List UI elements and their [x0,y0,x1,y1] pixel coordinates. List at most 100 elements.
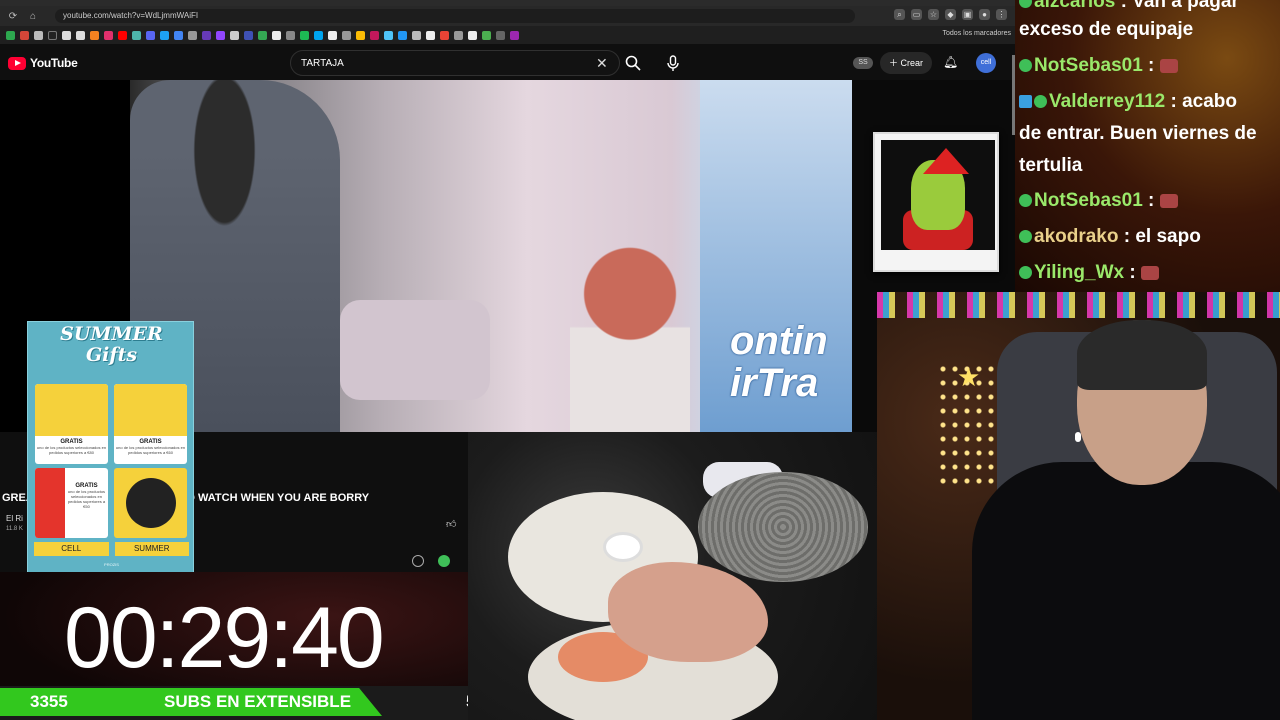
bookmark-icon[interactable] [90,30,99,40]
sponsor-ad-panel: SUMMER Gifts GRATIS uno de los productos… [27,321,194,581]
sticker-image [881,140,995,250]
chat-message: de entrar. Buen viernes de [1019,118,1277,150]
sauce-bowl [603,532,643,562]
address-bar[interactable]: youtube.com/watch?v=WdLjmmWAiFI [55,9,855,23]
bookmark-icon[interactable] [440,30,449,40]
youtube-icon[interactable] [118,30,127,40]
streamer-hair [1077,320,1207,390]
star-icon[interactable]: ☆ [928,9,939,20]
cell-christmas-sticker [873,132,999,272]
twitch-icon[interactable] [216,30,225,40]
plus-icon: ＋ [888,58,901,68]
youtube-play-icon [8,56,26,70]
bookmark-icon[interactable] [468,30,477,40]
youtube-logo[interactable]: YouTube [8,56,78,70]
bookmark-icon[interactable] [174,30,183,40]
clear-search-icon[interactable]: ✕ [596,55,608,72]
youtube-wordmark: YouTube [30,56,78,70]
bookmark-icon[interactable] [272,30,281,40]
gmail-icon[interactable] [20,30,29,40]
chat-text: : el sapo [1118,226,1201,247]
chat-text: : Van a pagar [1115,0,1239,12]
chat-badge-icon [1019,230,1032,244]
product-image [35,384,108,436]
bookmark-icon[interactable] [342,30,351,40]
search-icon[interactable] [624,54,642,72]
menu-icon[interactable]: ⋮ [996,9,1007,20]
chat-text: : acabo [1165,91,1238,112]
bookmark-icon[interactable] [384,30,393,40]
settings-icon[interactable] [412,555,424,567]
notifications-bell-icon[interactable]: 🔔︎ [943,55,958,69]
url-toolbar: ⟳ ⌂ youtube.com/watch?v=WdLjmmWAiFI ⌕ ▭ … [0,6,1015,26]
bookmark-icon[interactable] [412,30,421,40]
page-scrollbar[interactable] [1012,55,1015,135]
cast-icon[interactable]: ▭ [911,9,922,20]
discount-code-summer: SUMMER [114,542,189,556]
bookmark-icon[interactable] [62,30,71,40]
bookmark-icon[interactable] [370,30,379,40]
table-camera [468,432,878,720]
chat-username: NotSebas01 [1034,190,1143,211]
bookmark-icon[interactable] [286,30,295,40]
bookmark-icon[interactable] [496,30,505,40]
puzzle-icon[interactable]: ▣ [962,9,973,20]
chat-message: NotSebas01 : [1019,185,1277,217]
microphone-icon[interactable] [664,54,682,72]
extension-icon[interactable]: ◆ [945,9,956,20]
bookmark-icon[interactable] [258,30,267,40]
ss-badge[interactable]: SS [853,57,873,69]
thumbs-up-icon: 👍︎ [446,519,457,530]
profile-icon[interactable]: ● [979,9,990,20]
bookmark-icon[interactable] [328,30,337,40]
subs-goal-label: SUBS EN EXTENSIBLE [164,692,352,711]
subs-current-count: 3355 [30,692,68,711]
video-frame-van-lettering: ontin irTra [730,320,828,404]
chat-text: : [1124,262,1141,283]
video-frame-child [570,240,690,432]
bookmark-icon[interactable] [188,30,197,40]
search-input[interactable]: TARTAJA [290,50,620,76]
chat-username: aizcarlos [1034,0,1116,12]
like-button[interactable]: 👍︎ [446,518,464,532]
chat-emote-icon [1159,58,1178,73]
bookmark-icon[interactable] [76,30,85,40]
video-player[interactable]: ontin irTra [130,80,852,432]
chat-badge-icon [1019,59,1032,73]
bookmark-icon[interactable] [202,30,211,40]
spotify-icon[interactable] [300,30,309,40]
bookmark-icon[interactable] [132,30,141,40]
bookmark-icon[interactable] [6,30,15,40]
x-icon[interactable] [34,30,43,40]
tree-star-icon: ★ [957,362,981,392]
bookmark-icon[interactable] [160,30,169,40]
bookmark-icon[interactable] [454,30,463,40]
chat-emote-icon [1159,193,1178,208]
bookmark-icon[interactable] [398,30,407,40]
avatar[interactable]: cell [976,53,996,73]
create-button[interactable]: ＋ Crear [880,52,932,74]
chat-message: Valderrey112 : acabo [1019,86,1277,118]
bookmark-icon[interactable] [482,30,491,40]
ad-title-line-1: SUMMER [60,323,163,345]
bookmark-icon[interactable] [230,30,239,40]
bookmark-icon[interactable] [510,30,519,40]
ad-discount-codes: CELL SUMMER [34,542,189,556]
tiktok-icon[interactable] [48,30,57,40]
bookmark-icon[interactable] [356,30,365,40]
bookmark-icon[interactable] [426,30,435,40]
all-bookmarks-link[interactable]: Todos los marcadores [943,30,1011,37]
discord-icon[interactable] [146,30,155,40]
home-icon[interactable]: ⌂ [26,9,40,23]
channel-name[interactable]: El Ri [6,514,23,523]
chat-username: NotSebas01 [1034,55,1143,76]
status-icon[interactable] [438,555,450,567]
reload-icon[interactable]: ⟳ [6,9,20,23]
bookmark-icon[interactable] [244,30,253,40]
chat-cube-badge-icon [1019,95,1032,109]
zoom-icon[interactable]: ⌕ [894,9,905,20]
instagram-icon[interactable] [104,30,113,40]
countdown-timer: 00:29:40 [64,590,385,686]
chat-message: Yiling_Wx : [1019,257,1277,289]
bookmark-icon[interactable] [314,30,323,40]
